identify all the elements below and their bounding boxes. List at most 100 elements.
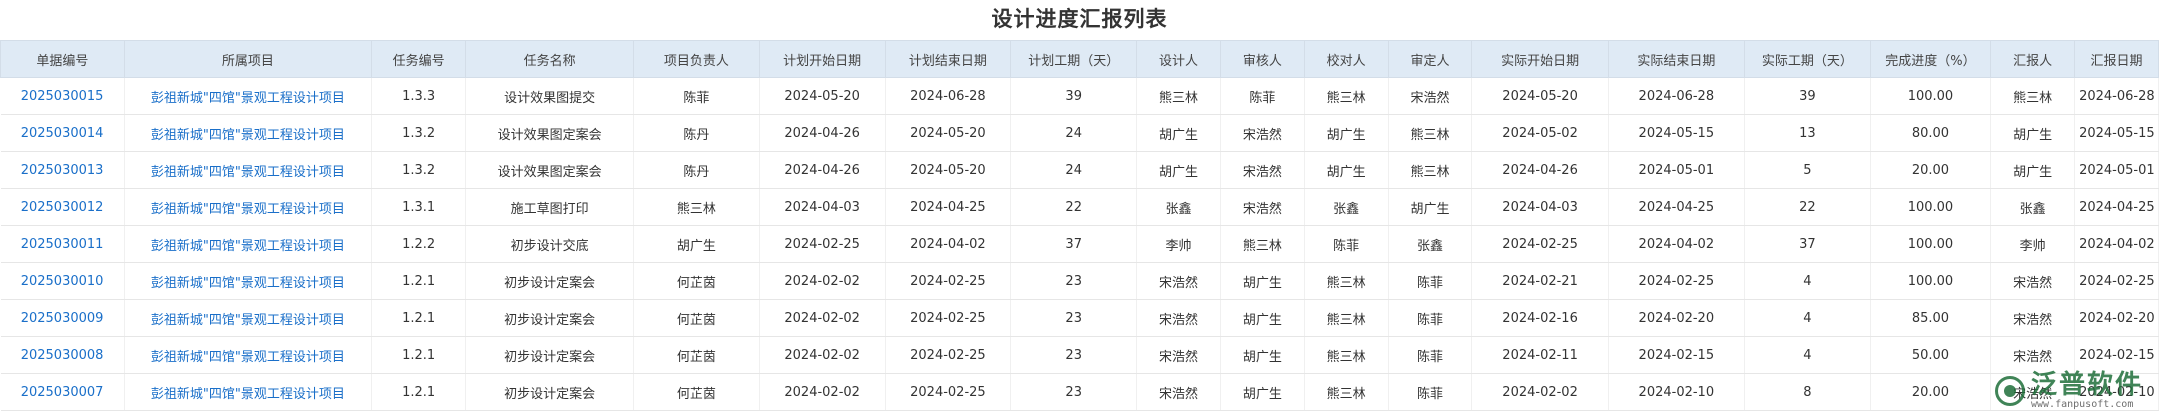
table-cell: 陈丹 [633,151,760,189]
table-row[interactable]: 2025030014 彭祖新城"四馆"景观工程设计项目 1.3.2 设计效果图定案会陈… [0,114,2159,152]
table-cell: 2024-04-25 [1608,188,1745,226]
table-cell: 2024-02-21 [1471,262,1609,300]
column-header[interactable]: 实际工期（天） [1743,40,1871,78]
doc-number-link[interactable]: 2025030012 [0,188,125,226]
project-link[interactable]: 彭祖新城"四馆"景观工程设计项目 [124,225,373,263]
project-link[interactable]: 彭祖新城"四馆"景观工程设计项目 [124,151,373,189]
project-link[interactable]: 彭祖新城"四馆"景观工程设计项目 [124,336,373,374]
table-body: 2025030015 彭祖新城"四馆"景观工程设计项目 1.3.3 设计效果图提交 陈菲… [0,77,2159,411]
column-header[interactable]: 校对人 [1303,40,1389,78]
table-cell: 2024-04-02 [2074,225,2159,263]
table-cell: 2024-02-25 [2074,262,2159,300]
table-row[interactable]: 2025030012 彭祖新城"四馆"景观工程设计项目 1.3.1 施工草图打印 熊三林… [0,188,2159,226]
table-cell: 2024-04-02 [1608,225,1745,263]
table-row[interactable]: 2025030010 彭祖新城"四馆"景观工程设计项目 1.2.1 初步设计定案会 何芷… [0,262,2159,300]
watermark-name: 泛普软件 [2030,370,2143,400]
column-header[interactable]: 设计人 [1136,40,1221,78]
column-header[interactable]: 计划开始日期 [758,40,886,78]
doc-number-link[interactable]: 2025030014 [0,114,125,152]
project-link[interactable]: 彭祖新城"四馆"景观工程设计项目 [124,188,373,226]
table-cell: 85.00 [1870,299,1992,337]
table-cell: 张鑫 [1388,225,1473,263]
table-cell: 初步设计定案会 [465,336,635,374]
table-cell: 施工草图打印 [465,188,635,226]
doc-number-link[interactable]: 2025030013 [0,151,125,189]
table-cell: 2024-05-20 [759,77,886,115]
table-cell: 2024-04-25 [885,188,1012,226]
table-cell: 胡广生 [1304,114,1389,152]
column-header[interactable]: 实际开始日期 [1471,40,1609,78]
table-cell: 2024-02-25 [885,373,1012,411]
table-cell: 宋浩然 [1990,299,2076,337]
table-cell: 4 [1744,262,1871,300]
table-cell: 胡广生 [1304,151,1389,189]
column-header[interactable]: 计划工期（天） [1010,40,1138,78]
column-header[interactable]: 审核人 [1219,40,1305,78]
project-link[interactable]: 彭祖新城"四馆"景观工程设计项目 [124,299,373,337]
table-row[interactable]: 2025030007 彭祖新城"四馆"景观工程设计项目 1.2.1 初步设计定案会 何芷… [0,373,2159,411]
table-cell: 24 [1010,151,1138,189]
table-cell: 2024-04-25 [2074,188,2159,226]
table-row[interactable]: 2025030011 彭祖新城"四馆"景观工程设计项目 1.2.2 初步设计交底 胡广生… [0,225,2159,263]
table-header-row: 单据编号 所属项目 任务编号 任务名称 项目负责人 计划开始日期 计划结束日期 计划工期（天）… [0,40,2159,78]
table-cell: 2024-02-02 [1471,373,1609,411]
table-cell: 2024-05-01 [2074,151,2159,189]
doc-number-link[interactable]: 2025030008 [0,336,125,374]
table-cell: 2024-06-28 [885,77,1012,115]
table-cell: 1.2.2 [371,225,467,263]
column-header[interactable]: 汇报日期 [2074,40,2159,78]
table-cell: 何芷茵 [633,299,760,337]
table-cell: 23 [1010,336,1138,374]
table-cell: 胡广生 [1990,114,2076,152]
doc-number-link[interactable]: 2025030007 [0,373,125,411]
table-row[interactable]: 2025030009 彭祖新城"四馆"景观工程设计项目 1.2.1 初步设计定案会 何芷… [0,299,2159,337]
table-cell: 22 [1010,188,1138,226]
table-cell: 39 [1744,77,1871,115]
doc-number-link[interactable]: 2025030009 [0,299,125,337]
table-cell: 胡广生 [1220,336,1305,374]
column-header[interactable]: 完成进度（%） [1869,40,1992,78]
column-header[interactable]: 项目负责人 [633,40,760,78]
table-cell: 2024-02-15 [2074,336,2159,374]
column-header[interactable]: 任务编号 [371,40,467,78]
project-link[interactable]: 彭祖新城"四馆"景观工程设计项目 [124,373,373,411]
table-cell: 胡广生 [1220,262,1305,300]
table-cell: 宋浩然 [1220,114,1305,152]
column-header[interactable]: 审定人 [1387,40,1473,78]
column-header[interactable]: 任务名称 [465,40,635,78]
table-cell: 2024-02-20 [1608,299,1745,337]
doc-number-link[interactable]: 2025030011 [0,225,125,263]
table-cell: 37 [1744,225,1871,263]
column-header[interactable]: 所属项目 [123,40,373,78]
table-cell: 陈菲 [1388,299,1473,337]
table-cell: 2024-05-20 [885,151,1012,189]
column-header[interactable]: 实际结束日期 [1607,40,1745,78]
table-cell: 1.2.1 [371,336,467,374]
table-cell: 1.3.1 [371,188,467,226]
table-cell: 熊三林 [633,188,760,226]
column-header[interactable]: 汇报人 [1990,40,2076,78]
table-row[interactable]: 2025030013 彭祖新城"四馆"景观工程设计项目 1.3.2 设计效果图定案会陈… [0,151,2159,189]
doc-number-link[interactable]: 2025030015 [0,77,125,115]
column-header[interactable]: 计划结束日期 [884,40,1012,78]
table-cell: 1.2.1 [371,299,467,337]
project-link[interactable]: 彭祖新城"四馆"景观工程设计项目 [124,114,373,152]
table-cell: 熊三林 [1220,225,1305,263]
table-cell: 胡广生 [1990,151,2076,189]
project-link[interactable]: 彭祖新城"四馆"景观工程设计项目 [124,262,373,300]
table-cell: 何芷茵 [633,262,760,300]
table-cell: 初步设计定案会 [465,299,635,337]
table-cell: 100.00 [1870,262,1992,300]
project-link[interactable]: 彭祖新城"四馆"景观工程设计项目 [124,77,373,115]
table-cell: 胡广生 [633,225,760,263]
table-cell: 设计效果图提交 [465,77,635,115]
table-cell: 22 [1744,188,1871,226]
table-cell: 熊三林 [1990,77,2076,115]
table-cell: 2024-05-02 [1471,114,1609,152]
table-cell: 23 [1010,373,1138,411]
table-row[interactable]: 2025030008 彭祖新城"四馆"景观工程设计项目 1.2.1 初步设计定案会 何芷… [0,336,2159,374]
column-header[interactable]: 单据编号 [0,40,125,78]
doc-number-link[interactable]: 2025030010 [0,262,125,300]
table-cell: 80.00 [1870,114,1992,152]
table-row[interactable]: 2025030015 彭祖新城"四馆"景观工程设计项目 1.3.3 设计效果图提交 陈菲… [0,77,2159,115]
